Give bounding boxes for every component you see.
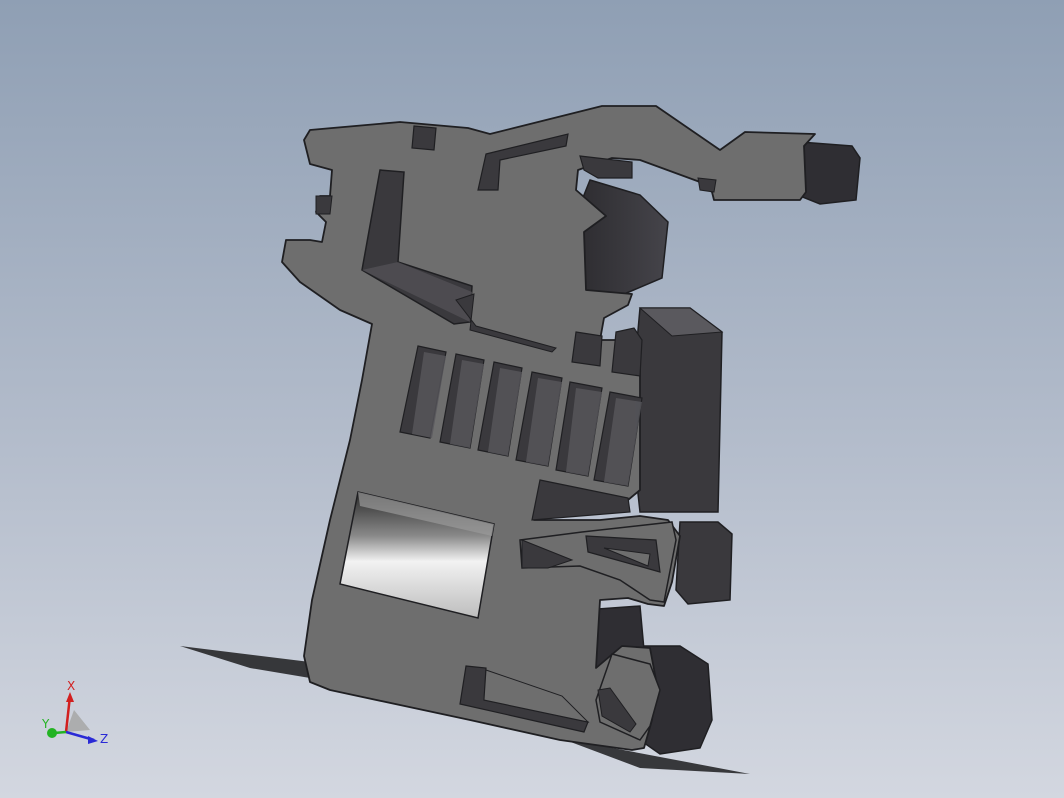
ground-shadow: [180, 646, 310, 678]
y-axis-label: Y: [41, 717, 50, 731]
graphics-viewport[interactable]: X Y Z: [0, 0, 1064, 798]
triad-cone: [66, 710, 90, 732]
x-axis-arrow: [66, 692, 74, 702]
axis-triad-icon: X Y Z: [41, 680, 108, 746]
x-axis-label: X: [67, 680, 75, 693]
z-axis-arrow: [88, 736, 98, 744]
side-notch: [315, 195, 333, 215]
latch-block: [579, 179, 669, 301]
connector-block: [629, 307, 723, 513]
arm-notch: [697, 177, 717, 193]
clip-block: [675, 521, 733, 605]
part-model[interactable]: [0, 0, 1064, 798]
z-axis-label: Z: [100, 732, 108, 746]
y-axis-line: [53, 730, 67, 735]
square-pocket: [571, 331, 603, 367]
top-slot: [411, 125, 437, 151]
square-pocket: [611, 327, 643, 377]
top-arm-end: [799, 141, 861, 205]
